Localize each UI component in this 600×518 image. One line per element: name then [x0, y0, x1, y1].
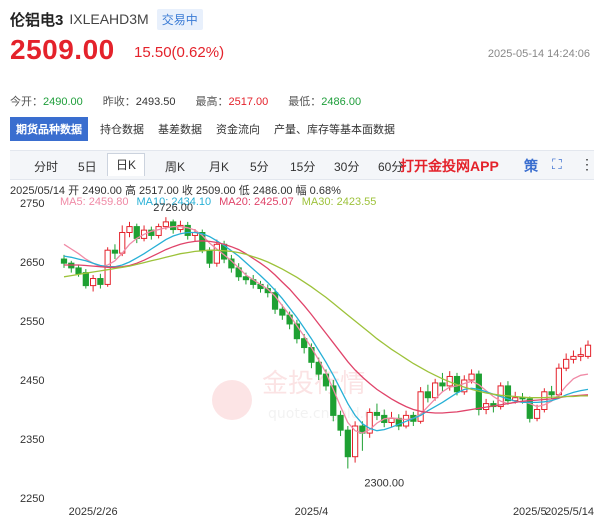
y-tick-label: 2350: [20, 434, 44, 446]
candle: [213, 239, 220, 267]
extreme-label: 2300.00: [364, 478, 404, 490]
watermark-logo-icon: [212, 380, 252, 420]
candle: [97, 273, 104, 289]
candle: [148, 226, 155, 240]
candle: [155, 223, 162, 239]
kline-chart[interactable]: 金投行情quote.cngold.org 2250 2350 2450 2550 2650…: [0, 0, 600, 518]
candle: [68, 260, 75, 273]
watermark: 金投行情quote.cngold.org: [212, 369, 387, 422]
y-tick-label: 2250: [20, 493, 44, 505]
candle: [504, 381, 512, 405]
x-tick-label: 2025/5: [513, 506, 547, 518]
extreme-label: 2726.00: [153, 202, 193, 214]
candle: [250, 274, 257, 289]
candle: [82, 269, 89, 289]
candle: [359, 421, 366, 451]
y-tick-label: 2450: [20, 375, 44, 387]
candle: [228, 254, 235, 273]
candle: [570, 350, 577, 364]
x-tick-label: 2025/2/26: [69, 506, 118, 518]
y-tick-label: 2550: [20, 316, 44, 328]
candle: [424, 384, 432, 403]
y-tick-label: 2750: [20, 198, 44, 210]
candle: [184, 221, 191, 240]
candle: [417, 387, 424, 424]
candle: [366, 408, 373, 438]
candle: [541, 388, 548, 413]
candle: [584, 340, 592, 359]
ma-line-ma5: [63, 225, 589, 434]
candle: [344, 426, 351, 469]
candle: [577, 347, 584, 362]
candle: [461, 375, 468, 395]
candle: [563, 353, 570, 372]
candle: [351, 421, 359, 463]
watermark-cn: 金投行情: [262, 369, 366, 399]
candle: [388, 411, 395, 428]
candle: [89, 274, 97, 292]
candle: [126, 221, 133, 238]
candle: [111, 244, 119, 260]
x-tick-label: 2025/4: [295, 506, 329, 518]
candle: [395, 414, 402, 431]
candle: [439, 372, 446, 392]
x-tick-label: 2025/5/14: [545, 506, 594, 518]
y-tick-label: 2650: [20, 257, 44, 269]
